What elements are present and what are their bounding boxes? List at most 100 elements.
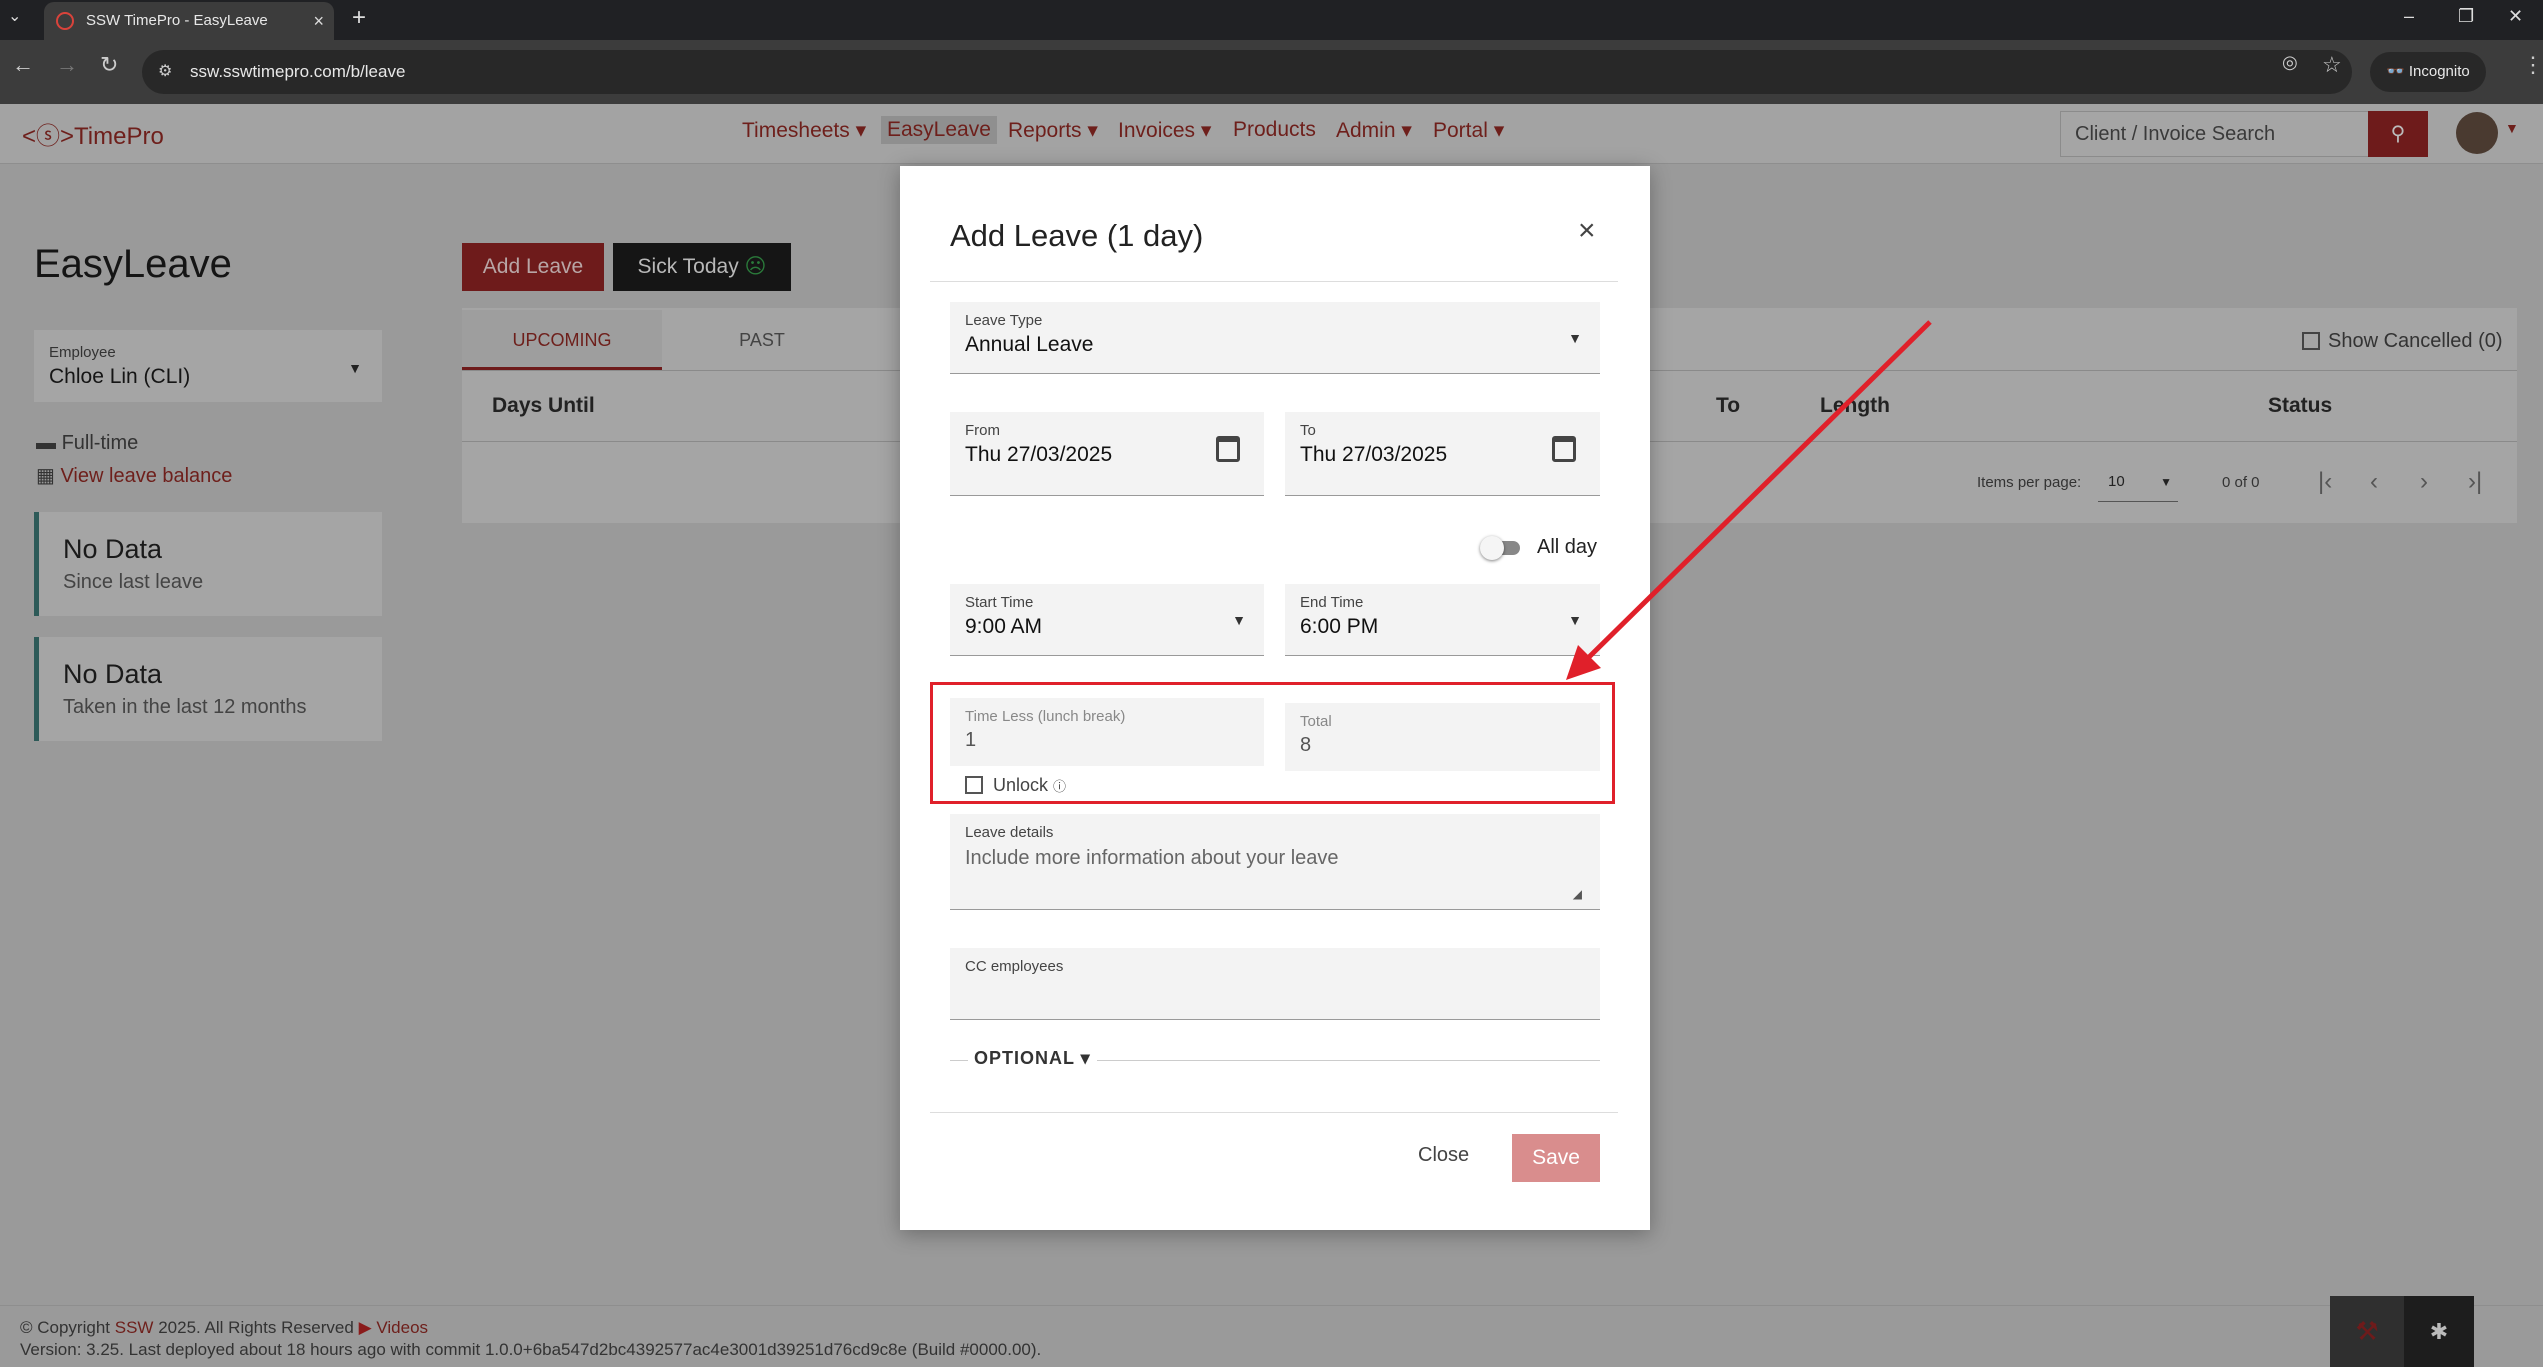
employment-type-text: Full-time	[61, 432, 139, 454]
avatar[interactable]	[2456, 112, 2498, 154]
tab-upcoming[interactable]: UPCOMING	[462, 310, 662, 370]
url-field[interactable]: ⚙ ssw.sswtimepro.com/b/leave	[142, 50, 2352, 94]
employee-value: Chloe Lin (CLI)	[49, 365, 191, 388]
end-time-label: End Time	[1300, 594, 1364, 611]
toggle-knob	[1480, 536, 1504, 560]
reload-icon[interactable]: ↻	[100, 52, 118, 78]
menu-reports[interactable]: Reports ▾	[1008, 118, 1098, 143]
checkbox-icon	[2302, 332, 2320, 350]
stat-subtitle: Taken in the last 12 months	[63, 696, 307, 718]
browser-tab[interactable]: SSW TimePro - EasyLeave ×	[44, 2, 334, 40]
copyright-post: 2025. All Rights Reserved	[158, 1318, 354, 1337]
hammer-tool-button[interactable]: ⚒	[2330, 1296, 2404, 1367]
menu-invoices[interactable]: Invoices ▾	[1118, 118, 1211, 143]
items-per-page-value: 10	[2108, 473, 2125, 490]
start-time-select[interactable]: Start Time 9:00 AM ▼	[950, 584, 1264, 656]
minimize-icon[interactable]: –	[2404, 6, 2414, 27]
last-page-icon[interactable]: ›|	[2468, 468, 2482, 496]
url-text: ssw.sswtimepro.com/b/leave	[190, 62, 406, 81]
employee-select[interactable]: Employee Chloe Lin (CLI) ▼	[34, 330, 382, 402]
close-button[interactable]: Close	[1418, 1144, 1469, 1167]
tab-search-icon[interactable]: ⌄	[8, 6, 21, 26]
resize-handle-icon[interactable]: ◢	[1573, 887, 1582, 901]
logo-mark: <ⓢ>	[22, 123, 75, 150]
search-button[interactable]: ⚲	[2368, 111, 2428, 157]
ssw-link[interactable]: SSW	[115, 1318, 154, 1337]
sick-today-button[interactable]: Sick Today ☹	[613, 243, 791, 291]
close-icon[interactable]: ×	[1578, 214, 1596, 248]
end-time-select[interactable]: End Time 6:00 PM ▼	[1285, 584, 1600, 656]
close-tab-icon[interactable]: ×	[313, 2, 324, 40]
browser-menu-icon[interactable]: ⋮	[2522, 52, 2543, 78]
add-leave-button[interactable]: Add Leave	[462, 243, 604, 291]
youtube-icon: ▶	[358, 1318, 372, 1337]
caret-down-icon[interactable]: ▼	[2505, 120, 2519, 136]
all-day-label: All day	[1537, 536, 1598, 558]
sick-face-icon: ☹	[744, 255, 767, 278]
column-status[interactable]: Status	[2268, 394, 2332, 418]
bug-icon: ✱	[2429, 1319, 2449, 1344]
tab-title: SSW TimePro - EasyLeave	[86, 12, 268, 29]
calendar-icon[interactable]	[1552, 436, 1576, 462]
next-page-icon[interactable]: ›	[2420, 468, 2428, 496]
stat-card-since-last: No Data Since last leave	[34, 512, 382, 616]
show-cancelled-checkbox[interactable]: Show Cancelled (0)	[2302, 330, 2503, 353]
items-per-page-label: Items per page:	[1977, 474, 2082, 491]
view-leave-balance-link[interactable]: ▦ View leave balance	[36, 463, 232, 488]
prev-page-icon[interactable]: ‹	[2370, 468, 2378, 496]
client-invoice-search-input[interactable]: Client / Invoice Search	[2060, 111, 2372, 157]
calendar-icon[interactable]	[1216, 436, 1240, 462]
first-page-icon[interactable]: |‹	[2318, 468, 2332, 496]
caret-down-icon: ▼	[1568, 330, 1582, 346]
menu-admin[interactable]: Admin ▾	[1336, 118, 1412, 143]
column-to[interactable]: To	[1716, 394, 1740, 418]
site-info-icon[interactable]: ⚙	[158, 50, 172, 94]
caret-down-icon: ▼	[2160, 475, 2172, 489]
page-title: EasyLeave	[34, 242, 232, 286]
incognito-icon: 👓	[2386, 63, 2409, 80]
all-day-toggle[interactable]	[1476, 536, 1526, 560]
stat-title: No Data	[63, 534, 163, 564]
caret-down-icon: ▼	[1568, 612, 1582, 628]
bookmark-star-icon[interactable]: ☆	[2322, 52, 2342, 78]
incognito-badge[interactable]: 👓 Incognito	[2370, 52, 2486, 92]
column-days-until[interactable]: Days Until	[492, 394, 595, 418]
column-length[interactable]: Length	[1820, 394, 1890, 418]
cc-employees-field[interactable]: CC employees	[950, 948, 1600, 1020]
start-time-value: 9:00 AM	[965, 615, 1043, 638]
eye-off-icon[interactable]: ◎	[2282, 52, 2298, 73]
caret-down-icon: ▼	[348, 360, 362, 376]
stat-card-last-12-months: No Data Taken in the last 12 months	[34, 637, 382, 741]
items-per-page-select[interactable]: 10 ▼	[2098, 464, 2178, 502]
leave-details-textarea[interactable]: Leave details Include more information a…	[950, 814, 1600, 910]
favicon-icon	[56, 12, 74, 30]
restore-icon[interactable]: ❐	[2458, 6, 2474, 27]
show-cancelled-label: Show Cancelled (0)	[2328, 330, 2503, 352]
videos-link[interactable]: Videos	[376, 1318, 428, 1337]
version-text: Version: 3.25. Last deployed about 18 ho…	[20, 1340, 1042, 1359]
menu-portal[interactable]: Portal ▾	[1433, 118, 1504, 143]
page-range: 0 of 0	[2222, 474, 2260, 491]
menu-timesheets[interactable]: Timesheets ▾	[742, 118, 866, 143]
optional-expander[interactable]: OPTIONAL ▾	[968, 1048, 1097, 1069]
dialog-title: Add Leave (1 day)	[950, 218, 1204, 253]
menu-easyleave[interactable]: EasyLeave	[881, 116, 997, 144]
sick-today-label: Sick Today	[637, 255, 739, 278]
tab-past[interactable]: PAST	[662, 310, 862, 370]
leave-type-select[interactable]: Leave Type Annual Leave ▼	[950, 302, 1600, 374]
from-date-field[interactable]: From Thu 27/03/2025	[950, 412, 1264, 496]
bug-report-button[interactable]: ✱	[2404, 1296, 2474, 1367]
back-icon[interactable]: ←	[12, 52, 34, 78]
stat-title: No Data	[63, 659, 163, 689]
save-button[interactable]: Save	[1512, 1134, 1600, 1182]
view-leave-balance-text: View leave balance	[60, 465, 233, 487]
calendar-icon: ▦	[36, 465, 61, 487]
new-tab-icon[interactable]: +	[352, 4, 366, 32]
forward-icon[interactable]: →	[56, 52, 78, 78]
employee-label: Employee	[49, 344, 116, 361]
menu-products[interactable]: Products	[1233, 118, 1316, 142]
search-icon: ⚲	[2390, 123, 2406, 145]
app-logo[interactable]: <ⓢ>TimePro	[22, 116, 164, 151]
close-window-icon[interactable]: ✕	[2508, 6, 2523, 27]
to-date-field[interactable]: To Thu 27/03/2025	[1285, 412, 1600, 496]
